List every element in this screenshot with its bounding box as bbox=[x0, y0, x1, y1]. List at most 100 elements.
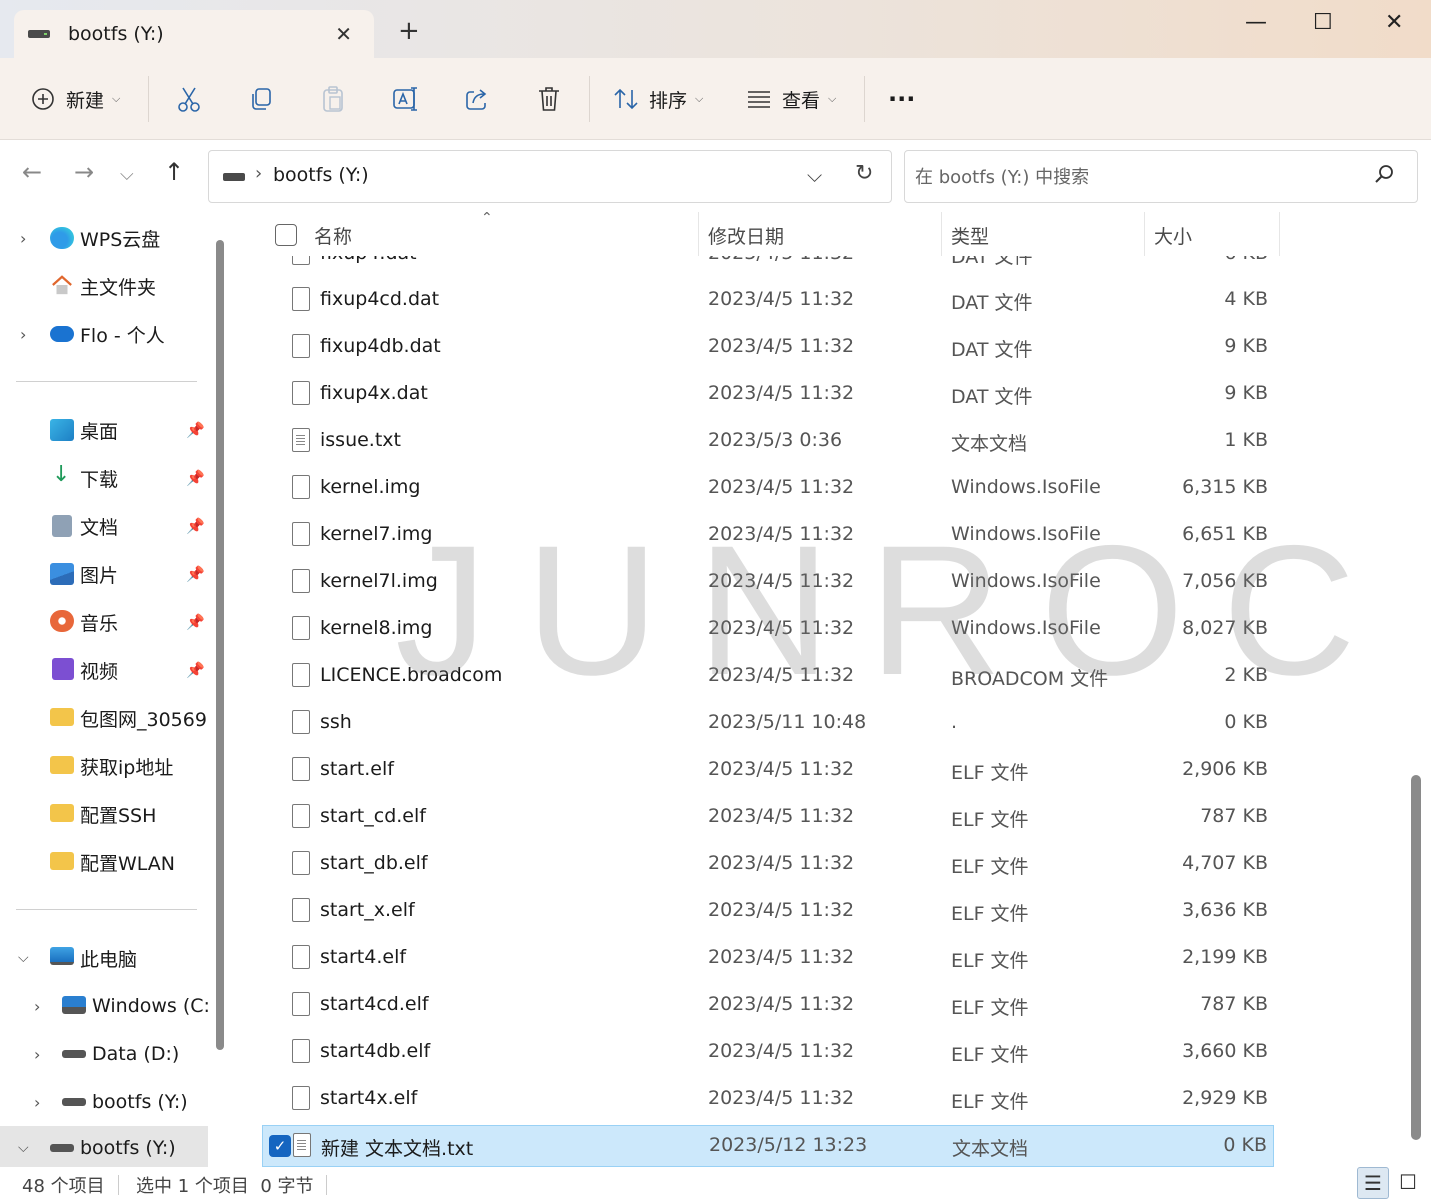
search-input[interactable] bbox=[915, 163, 1355, 191]
cut-button[interactable] bbox=[176, 84, 202, 114]
pin-icon[interactable]: 📌 bbox=[186, 661, 205, 679]
search-box[interactable] bbox=[904, 150, 1418, 203]
file-row[interactable]: fixup4cd.dat 2023/4/5 11:32 DAT 文件 4 KB bbox=[262, 280, 1274, 320]
document-icon bbox=[52, 515, 72, 537]
tab-bootfs[interactable]: bootfs (Y:) ✕ bbox=[14, 10, 374, 58]
column-divider[interactable] bbox=[1279, 212, 1280, 256]
tab-close-icon[interactable]: ✕ bbox=[335, 22, 352, 46]
copy-button[interactable] bbox=[248, 84, 274, 114]
sidebar-item-this-pc[interactable]: ⌵ 此电脑 bbox=[0, 938, 208, 978]
chevron-down-icon[interactable]: ⌵ bbox=[18, 950, 29, 966]
delete-button[interactable] bbox=[536, 84, 562, 114]
row-checkbox-checked[interactable]: ✓ bbox=[269, 1135, 291, 1157]
file-row[interactable]: ssh 2023/5/11 10:48 . 0 KB bbox=[262, 703, 1274, 743]
sidebar-item-videos[interactable]: 视频 📌 bbox=[0, 650, 208, 690]
file-row[interactable]: start4cd.elf 2023/4/5 11:32 ELF 文件 787 K… bbox=[262, 985, 1274, 1025]
breadcrumb-path[interactable]: bootfs (Y:) bbox=[273, 164, 369, 186]
more-options-button[interactable]: ··· bbox=[888, 84, 915, 114]
sidebar-item-folder[interactable]: 包图网_305698 bbox=[0, 698, 208, 738]
chevron-right-icon[interactable]: › bbox=[20, 229, 26, 248]
sidebar-item-pictures[interactable]: 图片 📌 bbox=[0, 554, 208, 594]
search-icon[interactable] bbox=[1373, 163, 1395, 185]
details-view-button[interactable]: ☰ bbox=[1357, 1167, 1389, 1199]
maximize-button[interactable]: ☐ bbox=[1313, 10, 1333, 35]
file-row[interactable]: start_db.elf 2023/4/5 11:32 ELF 文件 4,707… bbox=[262, 844, 1274, 884]
pin-icon[interactable]: 📌 bbox=[186, 613, 205, 631]
pin-icon[interactable]: 📌 bbox=[186, 565, 205, 583]
file-row[interactable]: fixup4x.dat 2023/4/5 11:32 DAT 文件 9 KB bbox=[262, 374, 1274, 414]
file-row[interactable]: start.elf 2023/4/5 11:32 ELF 文件 2,906 KB bbox=[262, 750, 1274, 790]
file-row[interactable]: start4.elf 2023/4/5 11:32 ELF 文件 2,199 K… bbox=[262, 938, 1274, 978]
column-divider[interactable] bbox=[698, 212, 699, 256]
sidebar-item-home[interactable]: 主文件夹 bbox=[0, 266, 208, 306]
copy-icon bbox=[252, 88, 271, 110]
close-window-button[interactable]: ✕ bbox=[1385, 10, 1403, 35]
sidebar-item-onedrive[interactable]: › Flo - 个人 bbox=[0, 314, 208, 354]
file-row[interactable]: start_cd.elf 2023/4/5 11:32 ELF 文件 787 K… bbox=[262, 797, 1274, 837]
file-icon bbox=[292, 522, 310, 546]
new-tab-button[interactable]: + bbox=[398, 18, 420, 44]
view-button[interactable]: 查看 ⌵ bbox=[746, 84, 836, 114]
file-row[interactable]: start4x.elf 2023/4/5 11:32 ELF 文件 2,929 … bbox=[262, 1079, 1274, 1119]
sidebar-item-wps-cloud[interactable]: › WPS云盘 bbox=[0, 218, 208, 258]
column-divider[interactable] bbox=[941, 212, 942, 256]
file-row[interactable]: LICENCE.broadcom 2023/4/5 11:32 BROADCOM… bbox=[262, 656, 1274, 696]
select-all-checkbox[interactable] bbox=[275, 224, 297, 246]
new-button[interactable]: 新建 ⌵ bbox=[30, 84, 120, 114]
column-divider[interactable] bbox=[1144, 212, 1145, 256]
sort-button[interactable]: 排序 ⌵ bbox=[613, 84, 703, 114]
address-dropdown-icon[interactable]: ⌵ bbox=[807, 163, 822, 187]
sort-icon bbox=[614, 88, 638, 110]
new-button-label: 新建 bbox=[66, 89, 105, 112]
file-icon bbox=[292, 381, 310, 405]
sidebar-item-drive-c[interactable]: › Windows (C:) bbox=[0, 986, 208, 1026]
back-arrow-icon[interactable]: ← bbox=[22, 160, 42, 184]
file-row[interactable]: issue.txt 2023/5/3 0:36 文本文档 1 KB bbox=[262, 421, 1274, 461]
chevron-right-icon[interactable]: › bbox=[34, 1093, 40, 1112]
sidebar-item-desktop[interactable]: 桌面 📌 bbox=[0, 410, 208, 450]
file-row-selected[interactable]: ✓ 新建 文本文档.txt 2023/5/12 13:23 文本文档 0 KB bbox=[262, 1125, 1274, 1167]
column-header-type[interactable]: 类型 bbox=[951, 222, 989, 249]
pin-icon[interactable]: 📌 bbox=[186, 517, 205, 535]
sidebar-item-folder[interactable]: 配置WLAN bbox=[0, 842, 208, 882]
file-row[interactable]: kernel7.img 2023/4/5 11:32 Windows.IsoFi… bbox=[262, 515, 1274, 555]
refresh-icon[interactable]: ↻ bbox=[855, 161, 873, 186]
sidebar-item-drive-y[interactable]: › bootfs (Y:) bbox=[0, 1082, 208, 1122]
forward-arrow-icon[interactable]: → bbox=[74, 160, 94, 184]
paste-button[interactable] bbox=[320, 84, 346, 114]
column-header-name[interactable]: 名称 bbox=[314, 222, 352, 249]
rename-button[interactable] bbox=[392, 84, 420, 114]
column-header-date[interactable]: 修改日期 bbox=[708, 222, 784, 249]
minimize-button[interactable]: — bbox=[1245, 10, 1267, 35]
recent-locations-chevron-icon[interactable]: ⌵ bbox=[120, 166, 134, 184]
pin-icon[interactable]: 📌 bbox=[186, 421, 205, 439]
address-bar[interactable]: › bootfs (Y:) ⌵ ↻ bbox=[208, 150, 892, 203]
share-button[interactable] bbox=[464, 84, 490, 114]
file-row[interactable]: fixup4db.dat 2023/4/5 11:32 DAT 文件 9 KB bbox=[262, 327, 1274, 367]
sidebar-item-bootfs-selected[interactable]: ⌵ bootfs (Y:) bbox=[0, 1126, 208, 1167]
sidebar-item-folder[interactable]: 配置SSH bbox=[0, 794, 208, 834]
file-row[interactable]: kernel8.img 2023/4/5 11:32 Windows.IsoFi… bbox=[262, 609, 1274, 649]
up-arrow-icon[interactable]: ↑ bbox=[164, 160, 184, 184]
file-row[interactable]: kernel.img 2023/4/5 11:32 Windows.IsoFil… bbox=[262, 468, 1274, 508]
chevron-down-icon: ⌵ bbox=[112, 92, 121, 105]
chevron-right-icon[interactable]: › bbox=[34, 997, 40, 1016]
chevron-right-icon[interactable]: › bbox=[20, 325, 26, 344]
sidebar-item-folder[interactable]: 获取ip地址 bbox=[0, 746, 208, 786]
tiles-view-button[interactable]: ☐ bbox=[1392, 1167, 1424, 1199]
chevron-down-icon[interactable]: ⌵ bbox=[18, 1140, 29, 1156]
file-row[interactable]: start_x.elf 2023/4/5 11:32 ELF 文件 3,636 … bbox=[262, 891, 1274, 931]
sidebar-item-music[interactable]: 音乐 📌 bbox=[0, 602, 208, 642]
file-list-scrollbar[interactable] bbox=[1411, 775, 1421, 1140]
file-row[interactable]: start4db.elf 2023/4/5 11:32 ELF 文件 3,660… bbox=[262, 1032, 1274, 1072]
pin-icon[interactable]: 📌 bbox=[186, 469, 205, 487]
chevron-right-icon[interactable]: › bbox=[34, 1045, 40, 1064]
drive-icon bbox=[62, 1050, 86, 1058]
music-icon bbox=[50, 610, 74, 632]
sidebar-scrollbar[interactable] bbox=[216, 240, 224, 1050]
sidebar-item-downloads[interactable]: ↓ 下载 📌 bbox=[0, 458, 208, 498]
file-row[interactable]: kernel7l.img 2023/4/5 11:32 Windows.IsoF… bbox=[262, 562, 1274, 602]
sidebar-item-documents[interactable]: 文档 📌 bbox=[0, 506, 208, 546]
column-header-size[interactable]: 大小 bbox=[1154, 222, 1192, 249]
sidebar-item-drive-d[interactable]: › Data (D:) bbox=[0, 1034, 208, 1074]
